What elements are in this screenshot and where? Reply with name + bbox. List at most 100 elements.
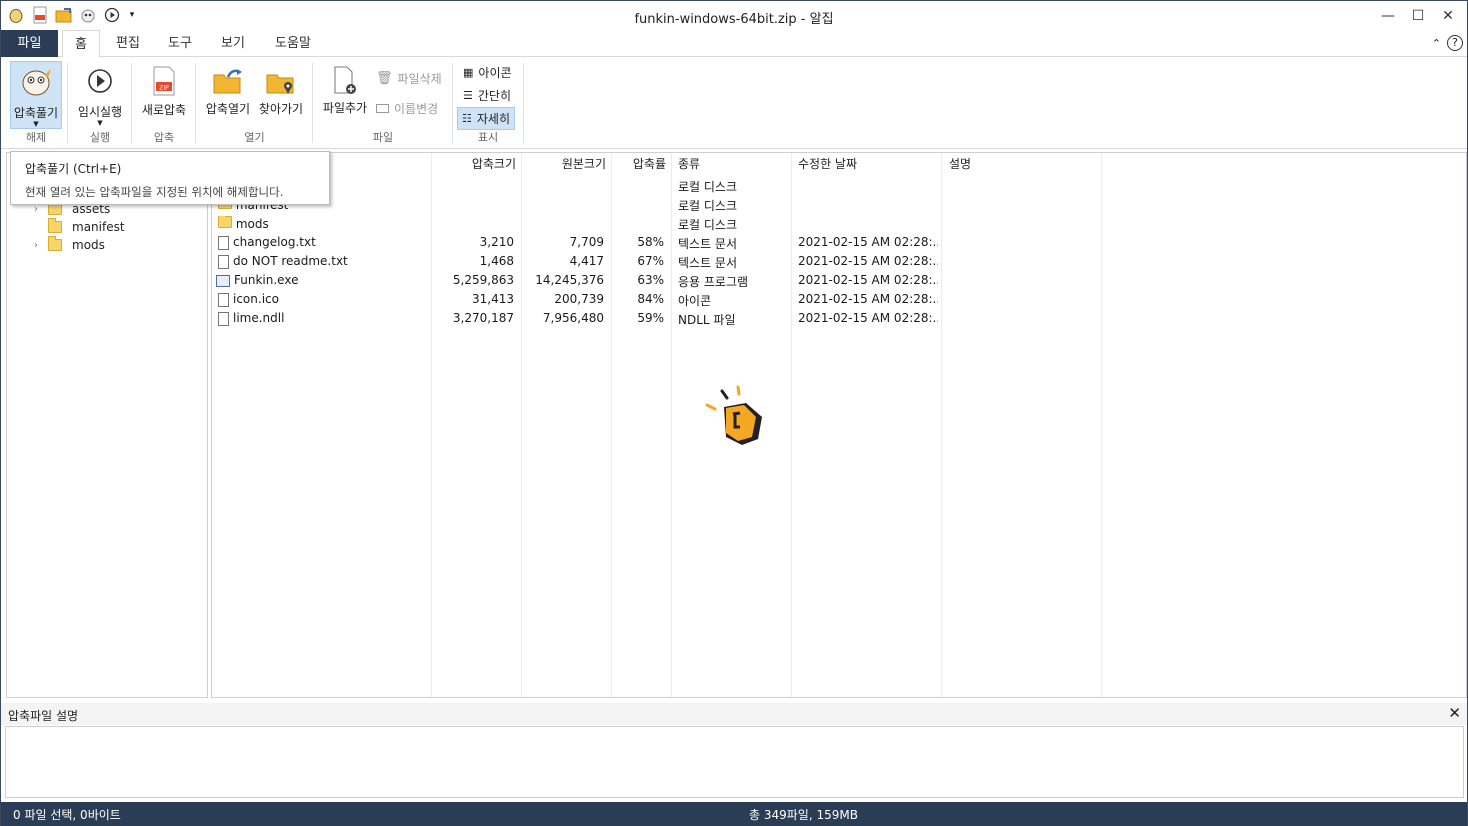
tab-tools[interactable]: 도구 xyxy=(161,30,199,57)
row-ratio: 63% xyxy=(637,273,664,287)
open-archive-label: 압축열기 xyxy=(205,102,251,116)
list-icon: ☰ xyxy=(463,89,473,102)
column-header-packed[interactable]: 압축크기 xyxy=(432,155,516,172)
view-detail-button[interactable]: ☷ 자세히 xyxy=(457,107,515,130)
table-row[interactable]: lime.ndll 3,270,187 7,956,480 59% NDLL 파… xyxy=(212,309,1466,328)
column-header-ratio[interactable]: 압축률 xyxy=(612,155,666,172)
group-view-label: 표시 xyxy=(477,131,499,144)
add-file-button[interactable]: 파일추가 xyxy=(319,61,371,121)
chevron-down-icon: ▼ xyxy=(33,120,39,128)
table-row[interactable]: Funkin.exe 5,259,863 14,245,376 63% 응용 프… xyxy=(212,271,1466,290)
run-temp-button[interactable]: 임시실행 ▼ xyxy=(74,61,126,129)
group-open-label: 열기 xyxy=(244,131,265,144)
app-window: ▾ funkin-windows-64bit.zip - 알집 — ☐ ✕ 파일… xyxy=(0,0,1468,826)
group-extract-label: 해제 xyxy=(25,131,47,144)
extract-button[interactable]: 압축풀기 ▼ xyxy=(10,61,62,129)
row-original: 7,956,480 xyxy=(542,311,604,325)
tab-help[interactable]: 도움말 xyxy=(269,30,317,57)
table-row[interactable]: mods 로컬 디스크 xyxy=(212,214,1466,233)
group-run-label: 실행 xyxy=(89,131,111,144)
trash-icon: 🗑 xyxy=(376,71,393,86)
expand-icon[interactable]: › xyxy=(34,240,44,251)
row-original: 7,709 xyxy=(569,235,604,249)
help-icon[interactable]: ? xyxy=(1447,35,1463,51)
view-simple-label: 간단히 xyxy=(477,89,511,103)
rename-button[interactable]: 이름변경 xyxy=(376,100,438,117)
play-icon xyxy=(88,69,112,93)
delete-file-label: 파일삭제 xyxy=(397,72,442,86)
add-file-label: 파일추가 xyxy=(322,101,368,115)
collapse-ribbon-icon[interactable]: ⌃ xyxy=(1432,37,1441,50)
minimize-button[interactable]: — xyxy=(1373,5,1403,27)
row-type: 아이콘 xyxy=(678,294,712,308)
row-modified: 2021-02-15 AM 02:28:... xyxy=(798,273,938,287)
view-icon-label: 아이콘 xyxy=(478,66,512,80)
row-ratio: 84% xyxy=(637,292,664,306)
new-archive-label: 새로압축 xyxy=(141,103,187,117)
ribbon-separator xyxy=(312,63,313,143)
ribbon-separator xyxy=(67,63,68,143)
close-icon[interactable]: ✕ xyxy=(1448,704,1461,722)
column-header-modified[interactable]: 수정한 날짜 xyxy=(798,155,857,172)
tab-file[interactable]: 파일 xyxy=(1,30,58,57)
tree-item-mods[interactable]: › mods xyxy=(34,236,105,252)
row-original: 14,245,376 xyxy=(535,273,604,287)
tab-edit[interactable]: 편집 xyxy=(109,30,147,57)
browse-button[interactable]: 찾아가기 xyxy=(255,61,307,121)
table-row[interactable]: do NOT readme.txt 1,468 4,417 67% 텍스트 문서… xyxy=(212,252,1466,271)
window-controls: — ☐ ✕ xyxy=(1373,5,1463,27)
view-simple-button[interactable]: ☰ 간단히 xyxy=(461,86,513,105)
row-type: 응용 프로그램 xyxy=(678,275,749,289)
view-icon-button[interactable]: ▦ 아이콘 xyxy=(461,63,514,82)
file-list[interactable]: 압축크기 원본크기 압축률 종류 수정한 날짜 설명 로컬 디스크 manife… xyxy=(211,152,1467,698)
tab-home[interactable]: 홈 xyxy=(62,30,100,58)
folder-icon xyxy=(48,236,62,251)
zip-file-icon: ZIP xyxy=(153,66,175,96)
close-button[interactable]: ✕ xyxy=(1433,5,1463,27)
tree-item-manifest[interactable]: manifest xyxy=(34,218,125,234)
title-bar: ▾ funkin-windows-64bit.zip - 알집 — ☐ ✕ xyxy=(1,1,1467,30)
file-icon xyxy=(218,292,229,307)
maximize-button[interactable]: ☐ xyxy=(1403,5,1433,27)
open-archive-button[interactable]: 압축열기 xyxy=(202,61,254,121)
window-title: funkin-windows-64bit.zip - 알집 xyxy=(634,12,834,27)
row-packed: 3,210 xyxy=(479,235,514,249)
delete-file-button[interactable]: 🗑 파일삭제 xyxy=(376,70,442,87)
table-row[interactable]: icon.ico 31,413 200,739 84% 아이콘 2021-02-… xyxy=(212,290,1466,309)
folder-tree[interactable]: › assets manifest › mods xyxy=(6,152,208,698)
svg-text:ZIP: ZIP xyxy=(159,85,169,92)
row-ratio: 67% xyxy=(637,254,664,268)
column-header-desc[interactable]: 설명 xyxy=(949,155,971,172)
ribbon-separator xyxy=(131,63,132,143)
expand-icon[interactable]: › xyxy=(34,204,44,215)
tab-view[interactable]: 보기 xyxy=(214,30,252,57)
row-name: do NOT readme.txt xyxy=(218,254,348,269)
row-original: 200,739 xyxy=(554,292,604,306)
status-selection: 0 파일 선택, 0바이트 xyxy=(13,808,121,822)
rename-label: 이름변경 xyxy=(394,102,439,116)
application-icon xyxy=(216,274,230,287)
new-archive-button[interactable]: ZIP 새로압축 xyxy=(138,61,190,121)
row-modified: 2021-02-15 AM 02:28:... xyxy=(798,235,938,249)
file-icon xyxy=(218,311,229,326)
ribbon: 압축풀기 ▼ 해제 임시실행 ▼ 실행 ZIP 새로압축 압축 압축열기 찾아가… xyxy=(1,57,1467,149)
row-ratio: 58% xyxy=(637,235,664,249)
ribbon-separator xyxy=(523,63,524,143)
ribbon-options: ⌃ ? xyxy=(1432,35,1463,51)
text-file-icon xyxy=(218,254,229,269)
column-header-type[interactable]: 종류 xyxy=(678,155,700,172)
row-name-text: lime.ndll xyxy=(233,311,285,325)
table-row[interactable]: manifest 로컬 디스크 xyxy=(212,195,1466,214)
ribbon-separator xyxy=(195,63,196,143)
text-file-icon xyxy=(218,235,229,250)
table-row[interactable]: 로컬 디스크 xyxy=(212,176,1466,195)
row-name: mods xyxy=(218,216,269,231)
table-row[interactable]: changelog.txt 3,210 7,709 58% 텍스트 문서 202… xyxy=(212,233,1466,252)
description-pane-title: 압축파일 설명 xyxy=(8,709,79,723)
extract-mascot-icon xyxy=(22,69,51,96)
column-header-original[interactable]: 원본크기 xyxy=(522,155,606,172)
group-compress-label: 압축 xyxy=(153,131,175,144)
folder-location-icon xyxy=(266,74,294,94)
description-textarea[interactable] xyxy=(5,726,1464,798)
folder-icon xyxy=(218,216,232,228)
